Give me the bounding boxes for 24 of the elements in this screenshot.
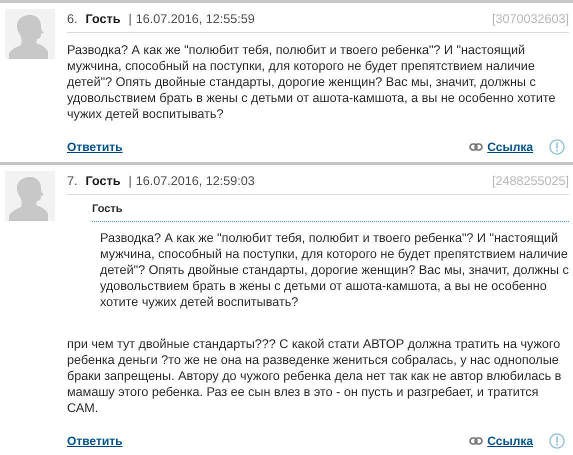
- comment-id: [3070032603]: [492, 11, 569, 27]
- separator-text: |: [128, 11, 132, 27]
- avatar-icon: [5, 171, 55, 221]
- warning-icon[interactable]: [549, 139, 565, 155]
- warning-icon[interactable]: [549, 432, 565, 448]
- comment-number: 7.: [67, 173, 78, 189]
- author-name: Гость: [86, 11, 120, 27]
- author-name: Гость: [86, 173, 120, 189]
- comment-number: 6.: [67, 11, 78, 27]
- link-icon: [469, 143, 484, 151]
- comment-text: при чем тут двойные стандарты??? С какой стати АВТОР должна тратить на чужого ребенка деньги ?то же не она на разведенке жениться собралась, у нас однополые браки запрещены. Автору до чужого ребенка дела нет так как не автор влюбилась в мамашу этого ребенка. Раз ее сын влез в это - он пусть и разгребает, и тратится САМ.: [67, 336, 562, 416]
- quote-text: Разводка? А как же "полюбит тебя, полюбит и твоего ребенка"? И "настоящий мужчина, способный на поступки, для которого не будет препятствием наличие детей"? Опять двойные стандарты, дорогие женщин? Вас мы, значит, должны с удовольствием брать в жены с детьми от ашота-камшота, а вы не особенно хотите чужих детей воспитывать?: [99, 230, 569, 310]
- link-icon: [469, 436, 484, 444]
- comment-text: Разводка? А как же "полюбит тебя, полюбит и твоего ребенка"? И "настоящий мужчина, способный на поступки, для которого не будет препятствием наличие детей"? Опять двойные стандарты, дорогие женщин? Вас мы, значит, должны с удовольствием брать в жены с детьми от ашота-камшота, а вы не особенно хотите чужих детей воспитывать?: [67, 42, 557, 122]
- comment-id: [2488255025]: [492, 173, 569, 189]
- reply-link[interactable]: Ответить: [67, 138, 122, 156]
- comment-date: 16.07.2016, 12:55:59: [136, 11, 255, 27]
- comment-date: 16.07.2016, 12:59:03: [136, 173, 255, 189]
- quote-author: Гость: [92, 201, 569, 222]
- reply-link[interactable]: Ответить: [67, 432, 122, 450]
- permalink[interactable]: Ссылка: [487, 138, 533, 156]
- permalink[interactable]: Ссылка: [487, 432, 533, 450]
- separator-text: |: [128, 173, 132, 189]
- avatar-icon: [5, 9, 55, 59]
